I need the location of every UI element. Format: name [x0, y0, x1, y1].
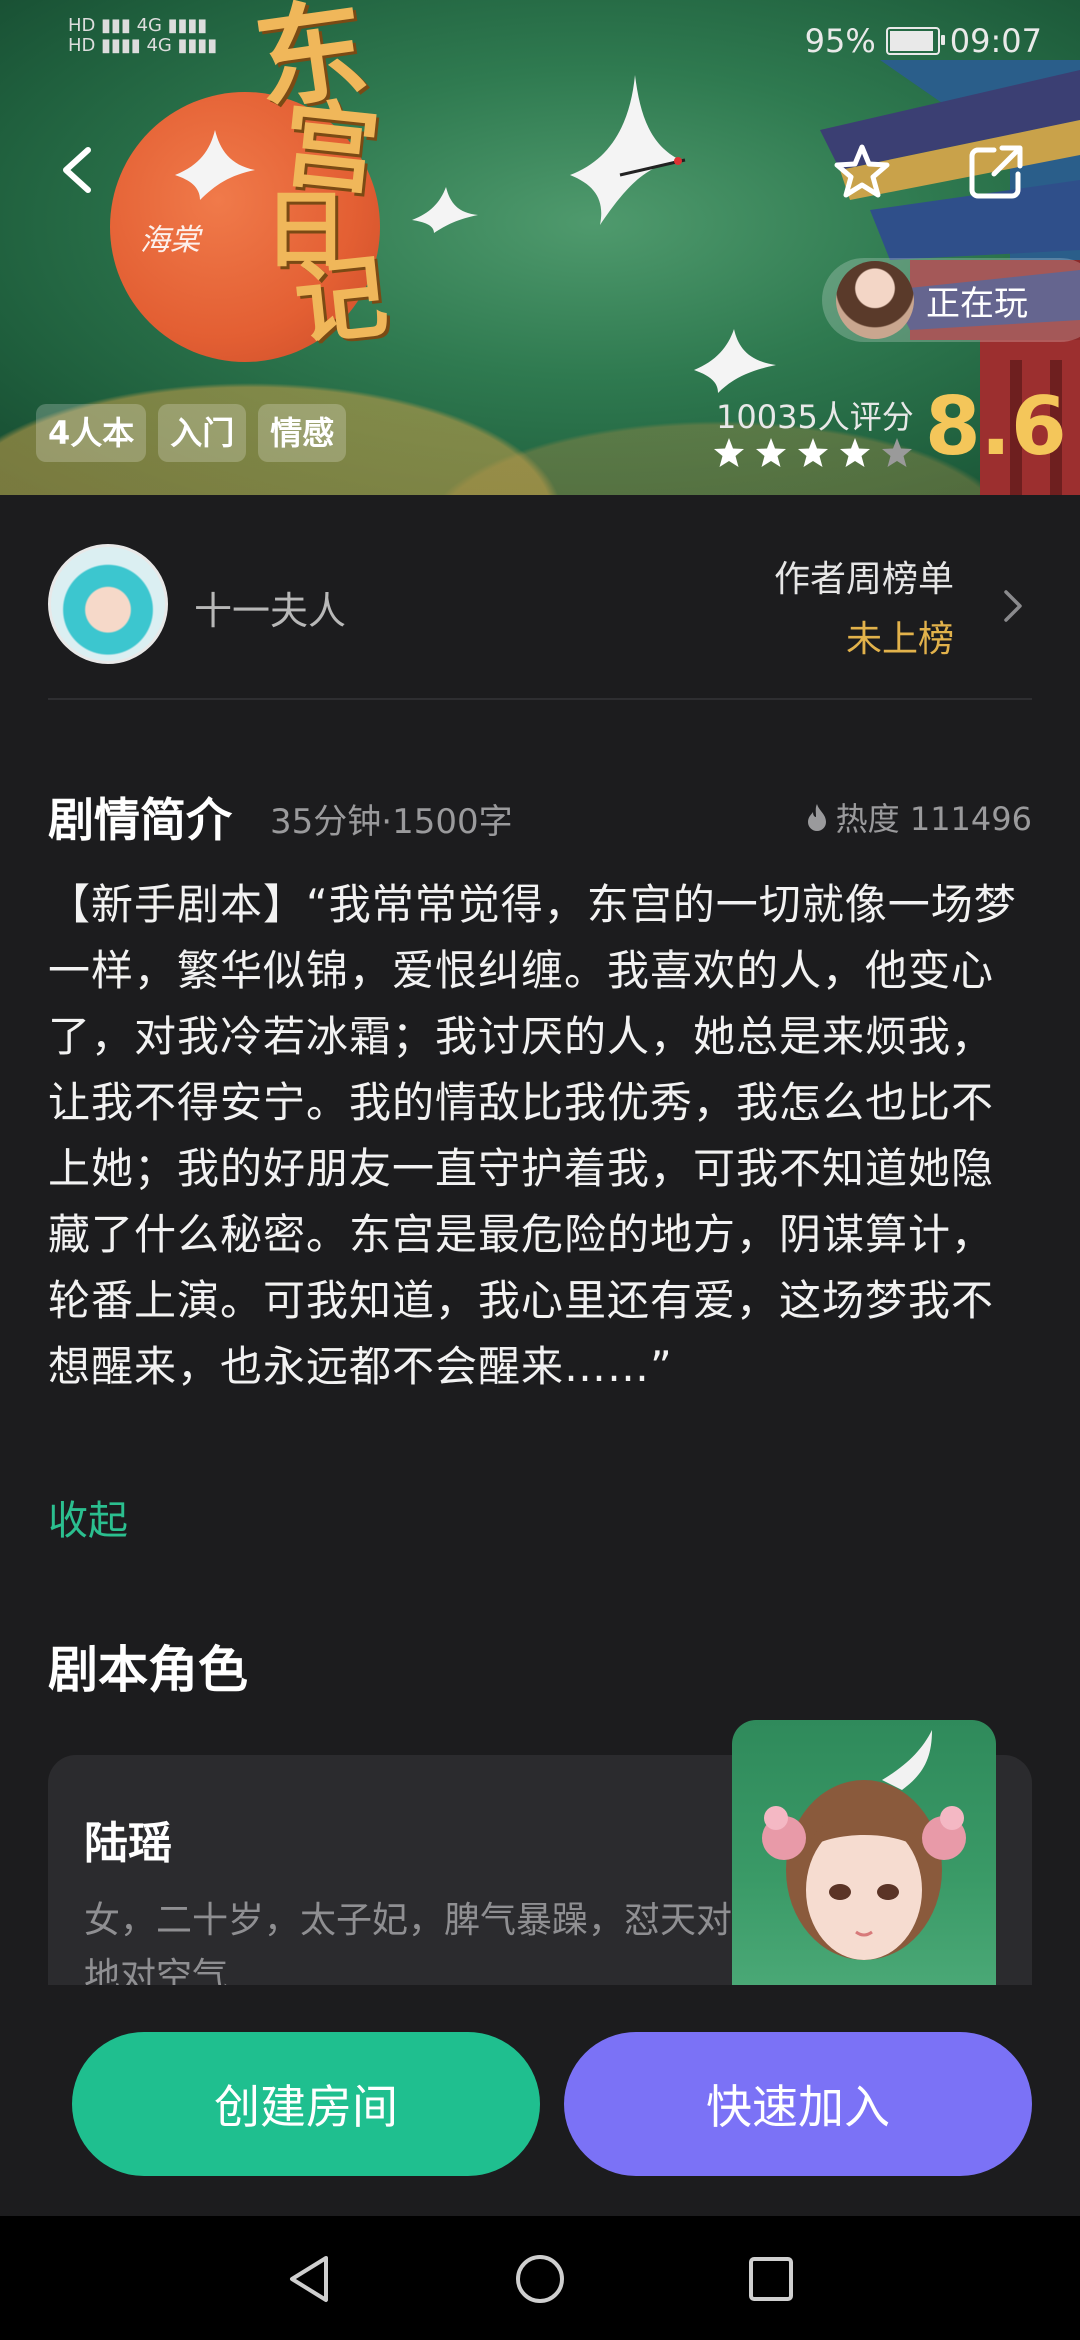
back-icon[interactable]	[48, 140, 108, 200]
role-description: 女，二十岁，太子妃，脾气暴躁，怼天对地对空气	[84, 1900, 733, 1985]
nav-recents-icon[interactable]	[744, 2252, 798, 2306]
system-nav-bar	[0, 2216, 1080, 2340]
rating-count: 10035人评分	[716, 398, 914, 436]
quick-join-button[interactable]: 快速加入	[564, 2032, 1032, 2176]
share-icon[interactable]	[966, 142, 1026, 202]
roles-title: 剧本角色	[48, 1641, 248, 1699]
battery-percent: 95%	[804, 22, 876, 60]
role-portrait	[732, 1720, 996, 1985]
author-name[interactable]: 十一夫人	[194, 580, 346, 635]
hero-banner: 东 宫 日 记 海棠 HD ▮▮▮ 4G ▮▮▮▮ HD ▮▮▮▮ 4G ▮▮▮…	[0, 0, 1080, 495]
star-empty-icon	[882, 438, 912, 467]
crane-lower-illustration	[694, 329, 776, 393]
status-bar-right: 95% 09:07	[805, 22, 1042, 60]
synopsis-meta: 35分钟·1500字	[270, 802, 513, 842]
flame-icon	[807, 804, 826, 831]
crane-illustration	[570, 75, 686, 225]
status-bar-signal: HD ▮▮▮ 4G ▮▮▮▮ HD ▮▮▮▮ 4G ▮▮▮▮	[68, 15, 218, 56]
favorite-star-icon[interactable]	[832, 142, 892, 202]
rating-stars	[712, 436, 914, 470]
now-playing-label: 正在玩	[926, 283, 1028, 324]
synopsis-title: 剧情简介	[48, 793, 232, 847]
role-name: 陆瑶	[84, 1818, 172, 1869]
battery-icon	[885, 27, 945, 55]
heat-indicator: 热度 111496	[804, 794, 1032, 840]
rating-score: 8.6	[925, 380, 1067, 473]
tag-list: 4人本 入门 情感	[36, 404, 347, 462]
star-filled-icon	[798, 438, 828, 467]
author-row[interactable]: 十一夫人 作者周榜单 未上榜	[48, 540, 1032, 700]
title-calligraphy: 东 宫 日 记	[247, 0, 393, 359]
star-filled-icon	[840, 438, 870, 467]
tag-genre: 情感	[258, 404, 347, 462]
now-playing-pill[interactable]: 正在玩	[822, 258, 1080, 342]
section-divider	[48, 698, 1032, 700]
artist-seal: 海棠	[140, 223, 200, 258]
author-avatar[interactable]	[48, 544, 168, 664]
chevron-right-icon[interactable]	[998, 586, 1028, 626]
synopsis-header: 剧情简介 35分钟·1500字 热度 111496	[48, 780, 1032, 850]
star-filled-icon	[714, 438, 744, 467]
star-filled-icon	[756, 438, 786, 467]
nav-back-icon[interactable]	[282, 2252, 336, 2306]
tag-players: 4人本	[36, 404, 147, 462]
nav-home-icon[interactable]	[513, 2252, 567, 2306]
author-rank-value: 未上榜	[845, 619, 954, 660]
clock: 09:07	[949, 22, 1042, 60]
collapse-link[interactable]: 收起	[48, 1488, 128, 1546]
tag-difficulty: 入门	[158, 404, 247, 462]
role-portrait-illustration	[762, 1730, 966, 1960]
create-room-button[interactable]: 创建房间	[72, 2032, 540, 2176]
synopsis-text: 【新手剧本】“我常常觉得，东宫的一切就像一场梦一样，繁华似锦，爱恨纠缠。我喜欢的…	[48, 880, 1017, 1391]
crane-tiny-illustration	[412, 187, 478, 233]
author-rank-label: 作者周榜单	[773, 559, 954, 600]
player-avatar	[836, 261, 914, 339]
